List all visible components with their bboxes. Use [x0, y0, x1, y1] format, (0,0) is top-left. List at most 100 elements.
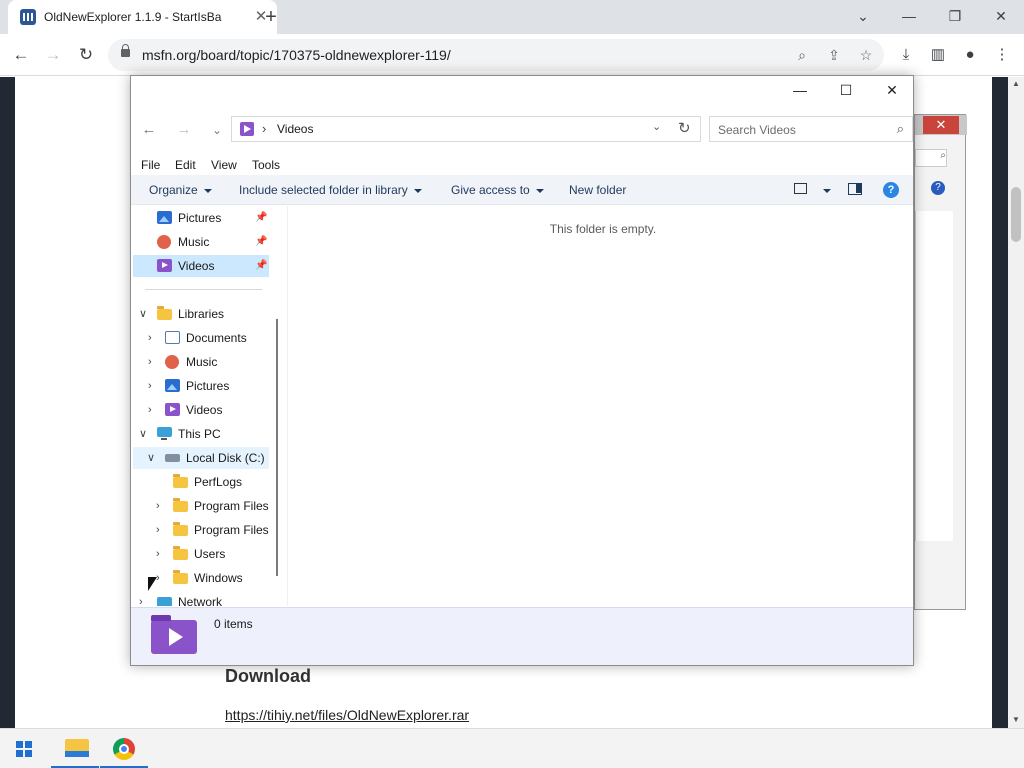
nav-pane-scrollbar[interactable] [276, 319, 278, 576]
explorer-back-button[interactable]: ← [137, 119, 161, 141]
chevron-right-icon[interactable]: › [148, 351, 158, 373]
chevron-right-icon[interactable]: › [156, 543, 166, 565]
close-window-button[interactable]: ✕ [986, 4, 1016, 28]
explorer-maximize-button[interactable]: ☐ [823, 76, 869, 104]
nav-local-disk[interactable]: ∨ Local Disk (C:) [133, 447, 269, 469]
give-access-button[interactable]: Give access to [451, 183, 544, 197]
menu-kebab-icon[interactable]: ⋮ [991, 44, 1013, 66]
explorer-titlebar[interactable]: — ☐ ✕ [131, 76, 913, 104]
nav-folder-perflogs[interactable]: PerfLogs [131, 471, 276, 493]
nav-libraries[interactable]: ∨ Libraries [131, 303, 271, 325]
search-icon[interactable]: ⌕ [792, 45, 812, 65]
nav-this-pc[interactable]: ∨ This PC [131, 423, 271, 445]
scroll-up-icon[interactable]: ▲ [1008, 77, 1024, 91]
videos-icon [165, 403, 180, 416]
help-icon[interactable]: ? [883, 182, 899, 198]
side-panel-icon[interactable]: ▥ [927, 44, 949, 66]
nav-item-label: Documents [186, 331, 247, 345]
computer-icon [157, 427, 172, 440]
chevron-right-icon[interactable]: › [148, 375, 158, 397]
change-view-icon[interactable] [794, 183, 807, 194]
taskbar-file-explorer[interactable] [51, 729, 99, 768]
post-screenshot-help-icon: ? [931, 181, 945, 195]
back-button[interactable]: ← [8, 42, 34, 68]
menu-edit[interactable]: Edit [175, 158, 196, 172]
breadcrumb-separator-icon[interactable]: › [262, 121, 266, 136]
file-list-area[interactable]: This folder is empty. [287, 206, 913, 606]
recent-locations-button[interactable]: ⌄ [205, 119, 229, 141]
quick-access-pictures[interactable]: Pictures 📌 [133, 207, 269, 229]
nav-library-videos[interactable]: › Videos [131, 399, 271, 421]
downloads-icon[interactable]: ⤓ [895, 44, 917, 66]
search-placeholder[interactable]: Search Videos [718, 123, 796, 137]
menu-tools[interactable]: Tools [252, 158, 280, 172]
nav-folder-users[interactable]: › Users [131, 543, 276, 565]
nav-folder-program-files-x86[interactable]: › Program Files [131, 519, 276, 541]
chevron-right-icon[interactable]: › [148, 327, 158, 349]
forward-button[interactable]: → [40, 42, 66, 68]
windows-start-icon[interactable] [16, 741, 32, 757]
new-tab-button[interactable]: + [260, 6, 282, 28]
new-folder-button[interactable]: New folder [569, 183, 626, 197]
refresh-icon[interactable]: ↻ [678, 119, 691, 137]
quick-access-music[interactable]: Music 📌 [133, 231, 269, 253]
taskbar-chrome[interactable] [100, 729, 148, 768]
explorer-search-input[interactable]: Search Videos ⌕ [709, 116, 913, 142]
empty-folder-message: This folder is empty. [549, 222, 657, 236]
chevron-down-icon[interactable]: ∨ [139, 423, 149, 445]
scroll-down-icon[interactable]: ▼ [1008, 713, 1024, 727]
chevron-down-icon[interactable]: ∨ [139, 303, 149, 325]
quick-access-videos[interactable]: Videos 📌 [133, 255, 269, 277]
include-in-library-button[interactable]: Include selected folder in library [239, 183, 422, 197]
nav-library-pictures[interactable]: › Pictures [131, 375, 271, 397]
view-options-button[interactable] [817, 183, 831, 197]
reload-button[interactable]: ↻ [73, 42, 99, 68]
profile-avatar-icon[interactable]: ● [959, 44, 981, 66]
chevron-right-icon[interactable]: › [156, 519, 166, 541]
lock-icon[interactable] [121, 44, 130, 57]
page-left-border [0, 77, 15, 728]
scroll-thumb[interactable] [1011, 187, 1021, 242]
explorer-close-button[interactable]: ✕ [869, 76, 915, 104]
chevron-down-icon[interactable]: ∨ [147, 447, 157, 469]
give-access-dropdown-icon [535, 188, 544, 193]
share-icon[interactable]: ⇪ [824, 45, 844, 65]
navigation-pane: Pictures 📌 Music 📌 Videos 📌 ∨ Libraries … [131, 206, 286, 606]
include-dropdown-icon [413, 188, 422, 193]
details-pane: 0 items [131, 607, 913, 665]
menu-file[interactable]: File [141, 158, 160, 172]
bookmark-star-icon[interactable]: ☆ [856, 45, 876, 65]
menu-view[interactable]: View [211, 158, 237, 172]
nav-item-label: Windows [194, 571, 243, 585]
music-icon [157, 235, 171, 249]
nav-folder-program-files[interactable]: › Program Files [131, 495, 276, 517]
explorer-forward-button[interactable]: → [172, 119, 196, 141]
folder-icon [173, 570, 188, 584]
nav-network[interactable]: › Network [131, 591, 271, 606]
nav-library-documents[interactable]: › Documents [131, 327, 271, 349]
nav-item-label: This PC [178, 427, 221, 441]
chevron-right-icon[interactable]: › [156, 495, 166, 517]
chevron-right-icon[interactable]: › [148, 399, 158, 421]
explorer-minimize-button[interactable]: — [777, 76, 823, 104]
folder-icon [173, 498, 188, 512]
tab-search-icon[interactable]: ⌄ [848, 4, 878, 28]
explorer-address-bar[interactable]: › Videos ⌄ ↻ [231, 116, 701, 142]
folder-icon [173, 546, 188, 560]
chevron-right-icon[interactable]: › [156, 567, 166, 589]
address-dropdown-icon[interactable]: ⌄ [652, 120, 661, 133]
nav-library-music[interactable]: › Music [131, 351, 271, 373]
minimize-button[interactable]: — [894, 4, 924, 28]
page-scrollbar[interactable]: ▲ ▼ [1008, 77, 1024, 728]
folder-icon [173, 522, 188, 536]
download-link[interactable]: https://tihiy.net/files/OldNewExplorer.r… [225, 707, 469, 723]
url-text[interactable]: msfn.org/board/topic/170375-oldnewexplor… [142, 47, 451, 63]
restore-button[interactable]: ❐ [940, 4, 970, 28]
search-icon[interactable]: ⌕ [897, 121, 904, 137]
address-bar[interactable]: msfn.org/board/topic/170375-oldnewexplor… [108, 39, 884, 71]
breadcrumb-videos[interactable]: Videos [277, 122, 313, 136]
preview-pane-icon[interactable] [848, 183, 862, 195]
organize-button[interactable]: Organize [149, 183, 212, 197]
browser-tab[interactable]: OldNewExplorer 1.1.9 - StartIsBa ✕ [8, 0, 277, 34]
chevron-right-icon[interactable]: › [139, 591, 149, 606]
